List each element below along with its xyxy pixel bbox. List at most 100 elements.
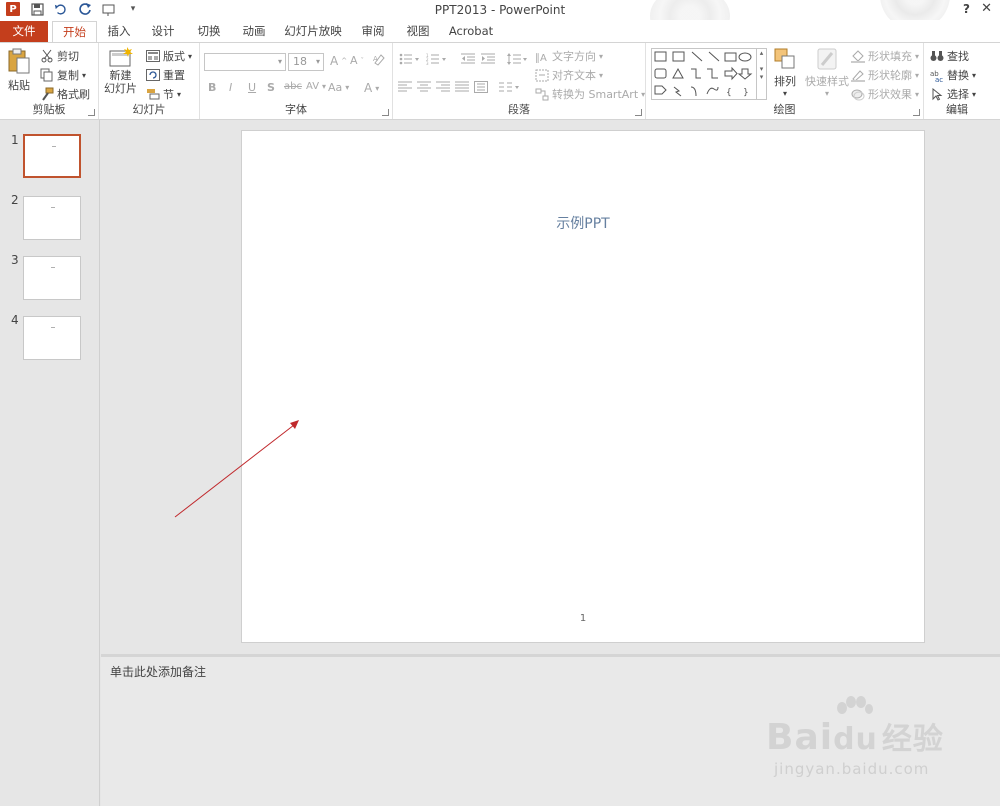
thumbnail-number: 1: [11, 133, 19, 147]
replace-icon: abac: [930, 70, 943, 82]
section-icon: [147, 89, 160, 100]
shapes-gallery[interactable]: {} ▴ ▾ ▾: [651, 48, 767, 100]
paragraph-launcher-icon[interactable]: [635, 109, 642, 116]
font-size-combo[interactable]: 18 ▾: [288, 53, 324, 71]
title-bar: P ▾ PPT2013 - PowerPoint ? ✕: [0, 0, 1000, 46]
format-painter-label: 格式刷: [57, 88, 90, 101]
strikethrough-button[interactable]: abc: [284, 81, 302, 92]
slide-canvas[interactable]: 示例PPT 1: [241, 130, 925, 643]
distributed-icon[interactable]: [474, 81, 488, 93]
arrange-button[interactable]: 排列 ▾: [773, 47, 797, 98]
drawing-launcher-icon[interactable]: [913, 109, 920, 116]
shapes-gallery-icons: {}: [654, 51, 753, 98]
smartart-icon: [535, 88, 549, 100]
new-slide-button[interactable]: 新建 幻灯片: [104, 47, 137, 95]
slide-thumbnail-4[interactable]: [23, 316, 81, 360]
justify-icon[interactable]: [455, 81, 469, 93]
svg-text:{: {: [726, 88, 732, 98]
section-label: 节: [163, 88, 174, 101]
italic-button[interactable]: I: [229, 81, 232, 94]
notes-placeholder[interactable]: 单击此处添加备注: [110, 663, 206, 680]
scissors-icon: [41, 49, 53, 63]
tab-insert[interactable]: 插入: [103, 21, 135, 42]
new-slide-label-1: 新建: [109, 69, 132, 82]
convert-smartart-button[interactable]: 转换为 SmartArt ▾: [535, 86, 645, 102]
shape-effects-icon: [851, 89, 865, 100]
replace-button[interactable]: ab ac 替换 ▾: [930, 67, 976, 83]
paint-bucket-icon: [851, 49, 865, 63]
format-painter-button[interactable]: 格式刷: [40, 86, 90, 102]
increase-indent-icon[interactable]: [481, 53, 495, 65]
reset-button[interactable]: 重置: [146, 67, 185, 83]
section-button[interactable]: 节 ▾: [146, 86, 181, 102]
tab-acrobat[interactable]: Acrobat: [447, 21, 495, 42]
grow-font-button[interactable]: A ^: [330, 54, 347, 68]
slide-page-number: 1: [579, 613, 587, 624]
align-text-icon: [535, 69, 549, 81]
text-direction-button[interactable]: ∥A 文字方向 ▾: [535, 48, 603, 64]
align-text-label: 对齐文本: [552, 69, 596, 82]
bullets-icon[interactable]: [399, 53, 421, 65]
svg-text:∥A: ∥A: [535, 53, 547, 63]
slides-group-label: 幻灯片: [132, 103, 166, 116]
tab-view[interactable]: 视图: [402, 21, 434, 42]
shape-outline-button[interactable]: 形状轮廓 ▾: [851, 67, 919, 83]
underline-button[interactable]: U: [248, 81, 256, 94]
character-spacing-button[interactable]: AV ▾: [306, 81, 326, 92]
tab-review[interactable]: 审阅: [357, 21, 389, 42]
text-direction-icon: ∥A: [535, 53, 547, 63]
shape-effects-button[interactable]: 形状效果 ▾: [851, 86, 919, 102]
clipboard-group-label: 剪贴板: [32, 103, 66, 116]
tab-animations[interactable]: 动画: [238, 21, 270, 42]
slide-thumbnail-2[interactable]: [23, 196, 81, 240]
gallery-scroll[interactable]: ▴ ▾ ▾: [756, 49, 766, 99]
font-launcher-icon[interactable]: [382, 109, 389, 116]
align-center-icon[interactable]: [417, 81, 431, 93]
cut-button[interactable]: 剪切: [40, 48, 79, 64]
clipboard-launcher-icon[interactable]: [88, 109, 95, 116]
font-name-combo[interactable]: ▾: [204, 53, 286, 71]
tab-transitions[interactable]: 切换: [193, 21, 225, 42]
shadow-button[interactable]: S: [267, 81, 275, 94]
help-button[interactable]: ?: [963, 2, 970, 16]
line-spacing-icon[interactable]: [507, 53, 529, 65]
format-painter-icon: [42, 87, 54, 101]
slide-thumbnail-3[interactable]: [23, 256, 81, 300]
align-left-icon[interactable]: [398, 81, 412, 93]
font-group: ▾ 18 ▾ A ^ Aˇ A B I U S abc AV ▾ Aa ▾ A ▾ 字体: [200, 43, 393, 119]
shape-fill-button[interactable]: 形状填充 ▾: [851, 48, 919, 64]
bold-button[interactable]: B: [208, 81, 216, 94]
quick-styles-icon: [817, 48, 837, 70]
slide-title-text[interactable]: 示例PPT: [242, 213, 924, 233]
thumbnail-title: [51, 267, 55, 268]
paste-icon: [8, 48, 30, 74]
copy-label: 复制: [57, 69, 79, 82]
select-button[interactable]: 选择 ▾: [930, 86, 976, 102]
new-slide-icon: [109, 47, 133, 67]
tab-home[interactable]: 开始: [52, 21, 97, 42]
tab-file[interactable]: 文件: [0, 21, 48, 42]
change-case-button[interactable]: Aa ▾: [328, 81, 349, 94]
find-button[interactable]: 查找: [930, 48, 969, 64]
tab-slideshow[interactable]: 幻灯片放映: [284, 21, 342, 42]
tab-design[interactable]: 设计: [146, 21, 180, 42]
shape-outline-label: 形状轮廓: [868, 69, 912, 82]
shrink-font-button[interactable]: Aˇ: [350, 54, 364, 67]
align-right-icon[interactable]: [436, 81, 450, 93]
close-icon[interactable]: ✕: [981, 1, 992, 16]
text-direction-label: 文字方向: [552, 50, 596, 63]
slide-thumbnail-1[interactable]: [23, 134, 81, 178]
columns-icon[interactable]: [499, 81, 521, 93]
quick-styles-button[interactable]: 快速样式 ▾: [805, 47, 849, 98]
copy-button[interactable]: 复制 ▾: [40, 67, 86, 83]
layout-button[interactable]: 版式 ▾: [146, 48, 192, 64]
numbering-icon[interactable]: 123: [426, 53, 448, 65]
ribbon-tabs: 文件 开始 插入 设计 切换 动画 幻灯片放映 审阅 视图 Acrobat: [0, 20, 1000, 42]
font-color-button[interactable]: A ▾: [364, 81, 379, 95]
clear-formatting-icon[interactable]: A: [372, 53, 386, 67]
editing-group-label: 编辑: [946, 103, 968, 116]
decrease-indent-icon[interactable]: [461, 53, 475, 65]
align-text-button[interactable]: 对齐文本 ▾: [535, 67, 603, 83]
thumbnail-title: [52, 146, 56, 147]
paste-button[interactable]: 粘贴: [7, 47, 31, 93]
